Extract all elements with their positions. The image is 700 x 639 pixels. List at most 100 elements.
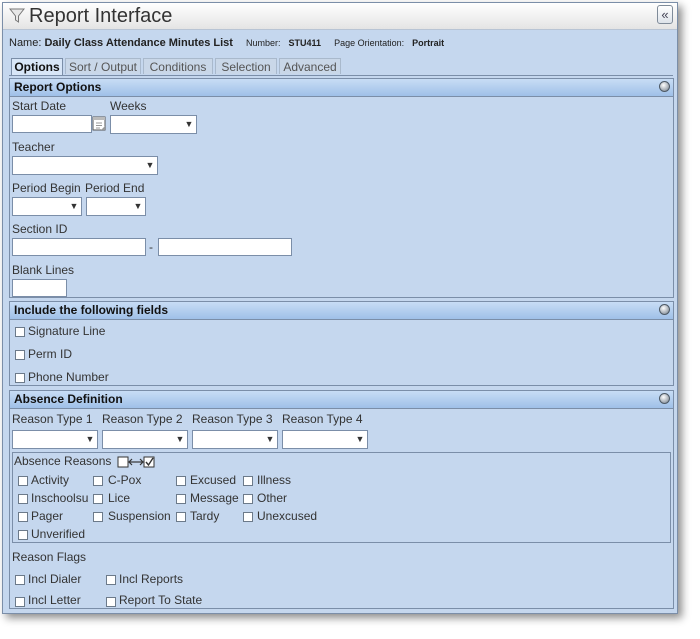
title-bar: Report Interface « (3, 3, 677, 30)
absence-reasons-label: Absence Reasons (14, 454, 112, 468)
reason-type-4-select[interactable]: ▼ (282, 430, 368, 449)
section-id-from-input[interactable] (12, 238, 146, 256)
filter-icon (9, 8, 25, 23)
chevron-down-icon: ▼ (265, 434, 275, 444)
chevron-down-icon: ▼ (145, 160, 155, 170)
section-id-to-input[interactable] (158, 238, 292, 256)
name-label: Name: (9, 37, 42, 49)
chevron-down-icon: ▼ (175, 434, 185, 444)
reason-type-4-label: Reason Type 4 (282, 412, 363, 426)
tab-advanced[interactable]: Advanced (279, 58, 341, 74)
orientation-label: Page Orientation: (334, 38, 405, 48)
reason-pager-label: Pager (31, 509, 64, 523)
report-options-header: Report Options (10, 79, 673, 97)
report-options-section: Report Options Start Date Weeks ▼ Teache… (9, 78, 674, 298)
reason-flags-label: Reason Flags (12, 550, 87, 564)
include-fields-section: Include the following fields Signature L… (9, 301, 674, 386)
reason-other-checkbox[interactable] (243, 494, 253, 504)
flag-incl-reports-checkbox[interactable] (106, 575, 116, 585)
reason-type-3-label: Reason Type 3 (192, 412, 273, 426)
period-end-label: Period End (85, 181, 145, 195)
window-title: Report Interface (29, 5, 173, 27)
start-date-label: Start Date (12, 99, 67, 113)
absence-definition-header: Absence Definition (10, 391, 673, 409)
period-begin-select[interactable]: ▼ (12, 197, 82, 216)
reason-excused-checkbox[interactable] (176, 476, 186, 486)
flag-report-to-state-label: Report To State (119, 593, 203, 607)
reason-illness-label: Illness (257, 473, 292, 487)
chevron-down-icon: ▼ (355, 434, 365, 444)
section-toggle-icon[interactable] (659, 304, 670, 315)
chevron-down-icon: ▼ (133, 201, 143, 211)
reason-inschoolsu-label: Inschoolsu (31, 491, 89, 505)
reason-message-checkbox[interactable] (176, 494, 186, 504)
reason-activity-label: Activity (31, 473, 70, 487)
reason-lice-checkbox[interactable] (93, 494, 103, 504)
chevron-down-icon: ▼ (184, 119, 194, 129)
flag-incl-letter-label: Incl Letter (28, 593, 81, 607)
teacher-select[interactable]: ▼ (12, 156, 158, 175)
flag-report-to-state-checkbox[interactable] (106, 597, 116, 607)
report-number: STU411 (288, 38, 322, 48)
phone-number-label: Phone Number (28, 370, 109, 384)
phone-number-checkbox[interactable] (15, 373, 25, 383)
signature-line-label: Signature Line (28, 324, 106, 338)
tab-conditions[interactable]: Conditions (143, 58, 213, 74)
chevron-down-icon: ▼ (85, 434, 95, 444)
flag-incl-letter-checkbox[interactable] (15, 597, 25, 607)
include-fields-title: Include the following fields (14, 303, 169, 317)
collapse-button[interactable]: « (657, 5, 673, 24)
report-name: Daily Class Attendance Minutes List (44, 37, 233, 49)
reason-cpox-checkbox[interactable] (93, 476, 103, 486)
weeks-label: Weeks (110, 99, 147, 113)
section-toggle-icon[interactable] (659, 81, 670, 92)
absence-reasons-box: Absence Reasons Activity C-Pox Excused I… (12, 452, 671, 543)
reason-illness-checkbox[interactable] (243, 476, 253, 486)
tab-selection[interactable]: Selection (215, 58, 277, 74)
reason-tardy-label: Tardy (190, 509, 220, 523)
reason-lice-label: Lice (108, 491, 131, 505)
reason-suspension-checkbox[interactable] (93, 512, 103, 522)
blank-lines-input[interactable] (12, 279, 67, 297)
tab-divider (9, 75, 673, 76)
tab-options[interactable]: Options (11, 58, 63, 76)
reason-pager-checkbox[interactable] (18, 512, 28, 522)
reason-suspension-label: Suspension (108, 509, 171, 523)
reason-type-1-label: Reason Type 1 (12, 412, 93, 426)
perm-id-label: Perm ID (28, 347, 73, 361)
start-date-input[interactable] (12, 115, 92, 133)
period-begin-label: Period Begin (12, 181, 81, 195)
reason-type-1-select[interactable]: ▼ (12, 430, 98, 449)
number-label: Number: (246, 38, 281, 48)
include-fields-header: Include the following fields (10, 302, 673, 320)
reason-type-2-label: Reason Type 2 (102, 412, 183, 426)
teacher-label: Teacher (12, 140, 55, 154)
tab-sort-output[interactable]: Sort / Output (65, 58, 141, 74)
section-id-separator: - (149, 240, 153, 254)
reason-inschoolsu-checkbox[interactable] (18, 494, 28, 504)
absence-definition-title: Absence Definition (14, 392, 123, 406)
reason-tardy-checkbox[interactable] (176, 512, 186, 522)
perm-id-checkbox[interactable] (15, 350, 25, 360)
report-name-bar: Name: Daily Class Attendance Minutes Lis… (9, 37, 444, 49)
reason-activity-checkbox[interactable] (18, 476, 28, 486)
reason-cpox-label: C-Pox (108, 473, 142, 487)
reason-excused-label: Excused (190, 473, 237, 487)
flag-incl-reports-label: Incl Reports (119, 572, 184, 586)
reason-unexcused-checkbox[interactable] (243, 512, 253, 522)
weeks-select[interactable]: ▼ (110, 115, 197, 134)
page-orientation: Portrait (412, 38, 445, 48)
reason-type-2-select[interactable]: ▼ (102, 430, 188, 449)
chevron-down-icon: ▼ (69, 201, 79, 211)
reason-unexcused-label: Unexcused (257, 509, 318, 523)
blank-lines-label: Blank Lines (12, 263, 75, 277)
section-id-label: Section ID (12, 222, 68, 236)
reason-unverified-checkbox[interactable] (18, 530, 28, 540)
flag-incl-dialer-checkbox[interactable] (15, 575, 25, 585)
reason-type-3-select[interactable]: ▼ (192, 430, 278, 449)
section-toggle-icon[interactable] (659, 393, 670, 404)
signature-line-checkbox[interactable] (15, 327, 25, 337)
period-end-select[interactable]: ▼ (86, 197, 146, 216)
calendar-icon[interactable] (92, 116, 106, 131)
select-all-toggle-icon[interactable] (117, 455, 155, 469)
